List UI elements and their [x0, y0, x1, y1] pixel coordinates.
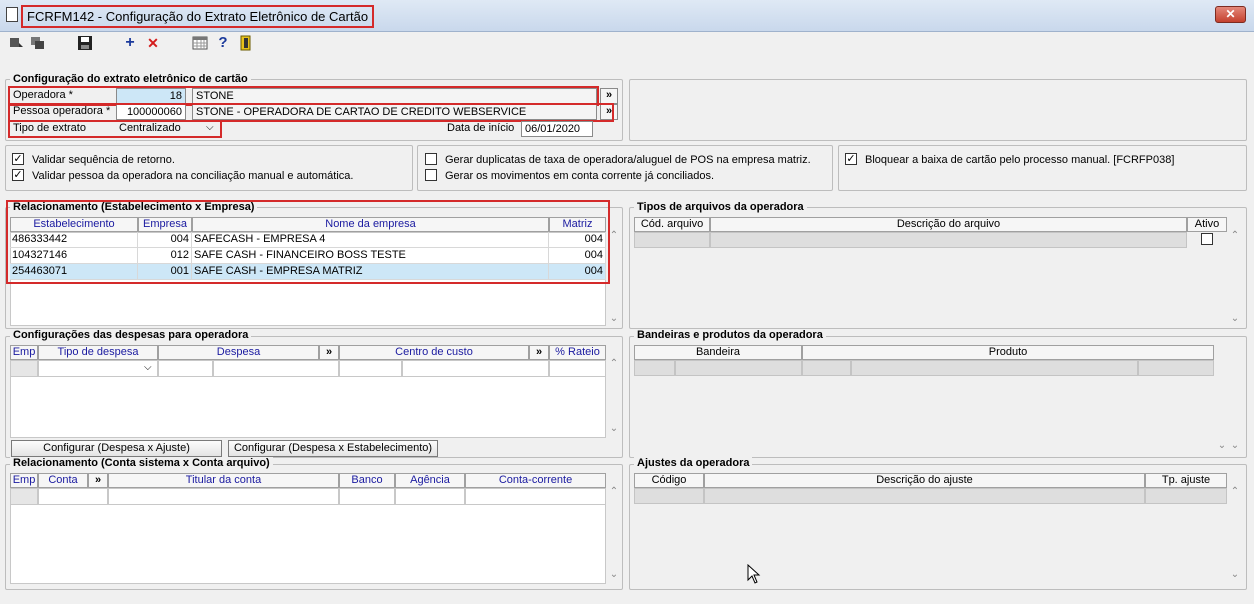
scroll-down-icon[interactable]: ⌄: [1229, 569, 1241, 580]
window-title: FCRFM142 - Configuração do Extrato Eletr…: [21, 5, 375, 28]
chevron-down-icon: ⌵: [144, 362, 152, 373]
data-inicio-input[interactable]: 06/01/2020: [521, 121, 593, 137]
gerar-duplicatas-checkbox[interactable]: [425, 153, 437, 165]
col-descricao-ajuste[interactable]: Descrição do ajuste: [704, 473, 1145, 488]
col-codigo[interactable]: Código: [634, 473, 704, 488]
configurar-despesa-estab-button[interactable]: Configurar (Despesa x Estabelecimento): [228, 440, 438, 457]
tipo-despesa-select[interactable]: [38, 360, 158, 377]
titular-cell[interactable]: [108, 488, 339, 505]
bandeira-code-cell[interactable]: [634, 360, 675, 376]
scroll-up-icon[interactable]: ⌃: [608, 486, 620, 497]
banco-cell[interactable]: [339, 488, 395, 505]
tipos-arquivos-title: Tipos de arquivos da operadora: [634, 201, 807, 214]
agencia-cell[interactable]: [395, 488, 465, 505]
gerar-movimentos-checkbox[interactable]: [425, 169, 437, 181]
tp-ajuste-cell[interactable]: [1145, 488, 1227, 504]
col-rateio[interactable]: % Rateio: [549, 345, 606, 360]
emp-cell[interactable]: [10, 360, 38, 377]
conta-corrente-cell[interactable]: [465, 488, 606, 505]
mouse-cursor-icon: [747, 563, 761, 587]
scroll-up-icon[interactable]: ⌃: [608, 358, 620, 369]
bandeiras-title: Bandeiras e produtos da operadora: [634, 329, 826, 342]
help-icon[interactable]: ?: [215, 35, 231, 51]
col-conta[interactable]: Conta: [38, 473, 88, 488]
conta-title: Relacionamento (Conta sistema x Conta ar…: [10, 457, 273, 470]
col-cod-arquivo[interactable]: Cód. arquivo: [634, 217, 710, 232]
validar-sequencia-checkbox[interactable]: ✓: [12, 153, 24, 165]
add-icon[interactable]: +: [122, 35, 138, 51]
generation-options-group: [417, 145, 833, 191]
configurar-despesa-ajuste-button[interactable]: Configurar (Despesa x Ajuste): [11, 440, 222, 457]
validar-pessoa-checkbox[interactable]: ✓: [12, 169, 24, 181]
col-produto[interactable]: Produto: [802, 345, 1214, 360]
validation-options-group: [5, 145, 413, 191]
conta-lookup-button[interactable]: »: [88, 473, 108, 488]
col-agencia[interactable]: Agência: [395, 473, 465, 488]
validar-pessoa-label: Validar pessoa da operadora na conciliaç…: [32, 170, 354, 182]
bloquear-baixa-checkbox[interactable]: ✓: [845, 153, 857, 165]
scroll-down-icon[interactable]: ⌄: [608, 569, 620, 580]
codigo-cell[interactable]: [634, 488, 704, 504]
centro-custo-lookup-button[interactable]: »: [529, 345, 549, 360]
save-icon[interactable]: [77, 35, 93, 51]
despesa-code-cell[interactable]: [158, 360, 213, 377]
scroll-down-icon[interactable]: ⌄: [608, 313, 620, 324]
col-centro-custo[interactable]: Centro de custo: [339, 345, 529, 360]
scroll-down-icon[interactable]: ⌄: [1229, 313, 1241, 324]
despesa-name-cell[interactable]: [213, 360, 339, 377]
block-options-group: [838, 145, 1247, 191]
col-emp[interactable]: Emp: [10, 473, 38, 488]
gerar-movimentos-label: Gerar os movimentos em conta corrente já…: [445, 170, 715, 182]
col-emp[interactable]: Emp: [10, 345, 38, 360]
scroll-down-icon[interactable]: ⌄: [608, 423, 620, 434]
close-button[interactable]: ✕: [1215, 6, 1246, 23]
col-tp-ajuste[interactable]: Tp. ajuste: [1145, 473, 1227, 488]
tipo-extrato-highlight: [8, 120, 222, 138]
app-document-icon: [6, 7, 18, 22]
col-conta-corrente[interactable]: Conta-corrente: [465, 473, 606, 488]
rateio-cell[interactable]: [549, 360, 606, 377]
centro-custo-name-cell[interactable]: [402, 360, 549, 377]
ajustes-title: Ajustes da operadora: [634, 457, 753, 470]
despesas-title: Configurações das despesas para operador…: [10, 329, 252, 342]
descricao-ajuste-cell[interactable]: [704, 488, 1145, 504]
data-inicio-label: Data de início: [447, 122, 515, 134]
first-record-icon[interactable]: [8, 35, 24, 51]
bandeira-name-cell[interactable]: [675, 360, 802, 376]
despesa-lookup-button[interactable]: »: [319, 345, 339, 360]
scroll-down-icon[interactable]: ⌄: [1216, 440, 1228, 451]
produto-name-cell[interactable]: [851, 360, 1138, 376]
validar-sequencia-label: Validar sequência de retorno.: [32, 154, 175, 166]
bloquear-baixa-label: Bloquear a baixa de cartão pelo processo…: [865, 154, 1175, 166]
gerar-duplicatas-label: Gerar duplicatas de taxa de operadora/al…: [445, 154, 811, 166]
col-banco[interactable]: Banco: [339, 473, 395, 488]
col-descricao-arquivo[interactable]: Descrição do arquivo: [710, 217, 1187, 232]
calendar-grid-icon[interactable]: [192, 35, 208, 51]
produto-code-cell[interactable]: [802, 360, 851, 376]
operadora-lookup-button[interactable]: »: [600, 88, 618, 104]
descricao-arquivo-cell[interactable]: [710, 232, 1187, 248]
relacionamento-highlight: [6, 200, 610, 284]
col-ativo[interactable]: Ativo: [1187, 217, 1227, 232]
blank-panel: [629, 79, 1247, 141]
conta-cell[interactable]: [38, 488, 108, 505]
copy-record-icon[interactable]: [30, 35, 46, 51]
produto-extra-cell[interactable]: [1138, 360, 1214, 376]
scroll-down-icon[interactable]: ⌄: [1229, 440, 1241, 451]
delete-icon[interactable]: ✕: [145, 35, 161, 51]
col-titular[interactable]: Titular da conta: [108, 473, 339, 488]
scroll-up-icon[interactable]: ⌃: [608, 230, 620, 241]
scroll-up-icon[interactable]: ⌃: [1229, 230, 1241, 241]
ativo-checkbox[interactable]: [1201, 233, 1213, 245]
cod-arquivo-cell[interactable]: [634, 232, 710, 248]
config-group-title: Configuração do extrato eletrônico de ca…: [10, 73, 251, 86]
col-bandeira[interactable]: Bandeira: [634, 345, 802, 360]
col-despesa[interactable]: Despesa: [158, 345, 319, 360]
exit-door-icon[interactable]: [238, 35, 254, 51]
scroll-up-icon[interactable]: ⌃: [1229, 486, 1241, 497]
emp-cell[interactable]: [10, 488, 38, 505]
col-tipo-despesa[interactable]: Tipo de despesa: [38, 345, 158, 360]
centro-custo-code-cell[interactable]: [339, 360, 402, 377]
